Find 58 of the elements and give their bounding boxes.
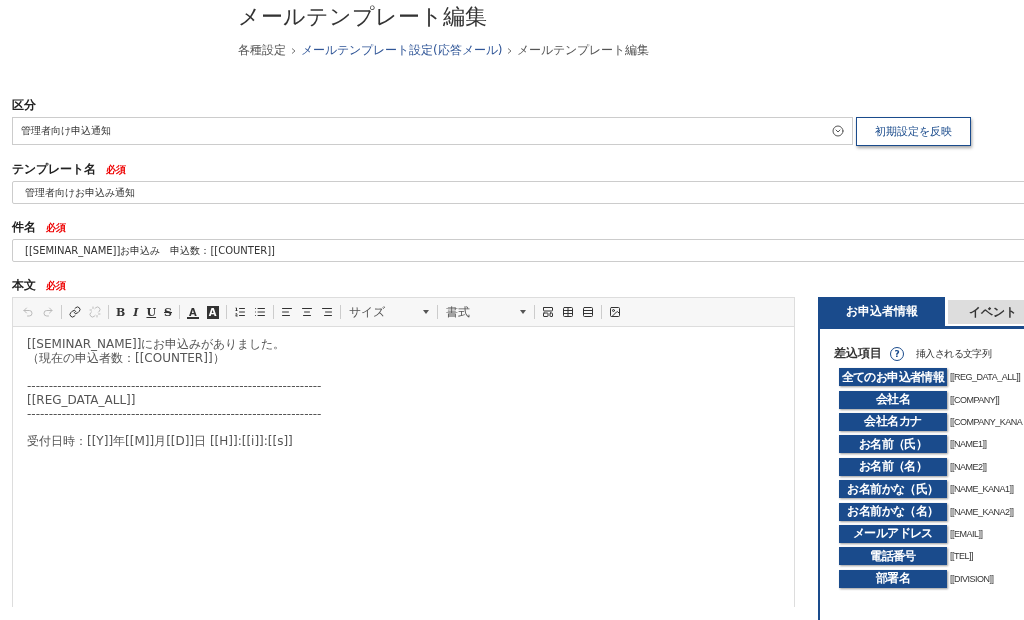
placeholder-tag: [[COMPANY_KANA: [950, 416, 1023, 427]
chevron-icon: [507, 47, 513, 54]
field-label: 区分: [12, 97, 36, 114]
toolbar-dropdown[interactable]: 書式: [441, 303, 530, 321]
placeholder-tag: [[REG_DATA_ALL]]: [950, 372, 1021, 383]
insert-field-button[interactable]: お名前（名）: [839, 457, 947, 476]
placeholder-tag: [[NAME_KANA1]]: [950, 484, 1014, 495]
placeholder-tag: [[EMAIL]]: [950, 528, 983, 539]
tab[interactable]: お申込者情報: [818, 297, 945, 326]
field-label: テンプレート名: [12, 161, 96, 178]
field-label: 件名: [12, 219, 36, 236]
insert-field-button[interactable]: 会社名カナ: [839, 412, 947, 431]
insert-field-button[interactable]: お名前かな（名）: [839, 502, 947, 521]
body-text-line: [[SEMINAR_NAME]]にお申込みがありました。: [27, 337, 286, 351]
chevron-icon: [291, 47, 296, 54]
toolbar-dropdown[interactable]: サイズ: [344, 303, 433, 321]
placeholder-tag: [[NAME2]]: [950, 461, 987, 472]
italic-button[interactable]: I: [130, 302, 142, 322]
body-text-line: --------------------------------------------------------------------: [27, 406, 322, 421]
insert-field-button[interactable]: お名前かな（氏）: [839, 480, 947, 499]
insert-field-button[interactable]: 会社名: [839, 390, 947, 409]
dropdown-icon: [832, 125, 844, 137]
field-label: 本文: [12, 277, 36, 294]
input-field[interactable]: [[SEMINAR_NAME]]お申込み 申込数：[[COUNTER]]: [12, 239, 1024, 262]
placeholder-tag: [[NAME1]]: [950, 439, 987, 450]
placeholder-tag: [[TEL]]: [950, 551, 973, 562]
placeholder-tag: [[COMPANY]]: [950, 394, 1000, 405]
caret-icon: [519, 310, 526, 314]
panel-heading: 差込項目: [834, 345, 882, 362]
placeholder-tag: [[NAME_KANA2]]: [950, 506, 1014, 517]
body-text-line: （現在の申込者数：[[COUNTER]]）: [27, 351, 225, 365]
background-color-button[interactable]: A: [206, 305, 219, 319]
breadcrumb-item: 各種設定: [238, 42, 286, 59]
page-title: メールテンプレート編集: [238, 3, 487, 31]
column-heading: 挿入される文字列: [916, 346, 992, 361]
insert-field-button[interactable]: お名前（氏）: [839, 435, 947, 454]
category-select[interactable]: 管理者向け申込通知: [12, 117, 853, 145]
underline-button[interactable]: U: [143, 302, 160, 322]
text-color-button[interactable]: A: [187, 305, 199, 319]
apply-defaults-button[interactable]: 初期設定を反映: [856, 117, 971, 146]
input-field[interactable]: 管理者向けお申込み通知: [12, 181, 1024, 204]
bold-button[interactable]: B: [113, 302, 129, 322]
insert-field-button[interactable]: 部署名: [839, 569, 947, 588]
tab[interactable]: イベント: [948, 300, 1024, 324]
required-label: 必須: [46, 221, 66, 235]
insert-field-button[interactable]: 全てのお申込者情報: [839, 368, 947, 387]
required-label: 必須: [106, 163, 126, 177]
body-text-line: --------------------------------------------------------------------: [27, 378, 322, 393]
body-text-line: 受付日時：[[Y]]年[[M]]月[[D]]日 [[H]]:[[i]]:[[s]]: [27, 434, 293, 448]
breadcrumb-link[interactable]: メールテンプレート設定(応答メール): [301, 42, 503, 59]
required-label: 必須: [46, 279, 66, 293]
insert-field-button[interactable]: メールアドレス: [839, 524, 947, 543]
caret-icon: [422, 310, 429, 314]
breadcrumb-item: メールテンプレート編集: [517, 42, 650, 59]
placeholder-tag: [[DIVISION]]: [950, 573, 994, 584]
body-text-line: [[REG_DATA_ALL]]: [27, 392, 136, 407]
strikethrough-button[interactable]: S: [161, 302, 175, 322]
insert-field-button[interactable]: 電話番号: [839, 547, 947, 566]
